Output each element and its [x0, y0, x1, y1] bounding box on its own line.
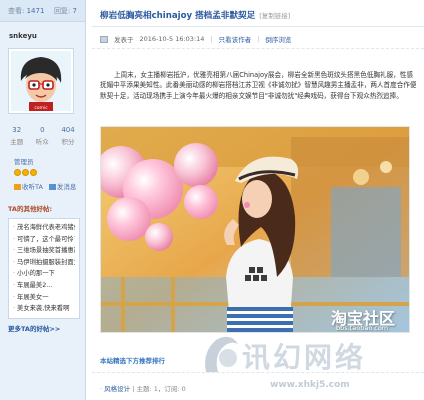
divider	[92, 26, 424, 27]
count-topics[interactable]: 32 主题	[10, 126, 23, 146]
reverse-order-link[interactable]: 倒序浏览	[265, 34, 291, 44]
more-posts-link[interactable]: 更多TA的好帖>>	[8, 323, 85, 333]
svg-text:comic: comic	[34, 105, 48, 111]
post-title: 柳岩低胸亮相chinajoy 搭档孟非默契足	[100, 11, 256, 21]
category-stats: 主题: 1，订阅: 0	[136, 385, 186, 393]
other-posts-list: 茂名海鲜代表老鸡猪仔 可憐了，这个最可怜了 三维场景抽奖首播惠赢 马伊琍拍摄服装…	[8, 218, 80, 319]
author-actions: 收听TA 发消息	[14, 181, 85, 191]
carousel-balloons-image	[101, 127, 409, 332]
other-post-link[interactable]: 可憐了，这个最可怜了	[13, 234, 75, 246]
view-count: 查看: 1471	[8, 6, 45, 15]
count-listeners[interactable]: 0 听众	[36, 126, 49, 146]
star-icon	[14, 169, 21, 176]
message-icon	[48, 184, 56, 190]
post-meta: 发表于 2016-10-5 16:03:14 | 只看该作者 | 倒序浏览	[100, 34, 291, 44]
posted-prefix: 发表于	[114, 36, 134, 44]
other-post-link[interactable]: 小小的那一下	[13, 268, 75, 280]
rank-stars	[14, 169, 85, 176]
copy-link-button[interactable]: [复制链接]	[259, 10, 290, 20]
message-button[interactable]: 发消息	[48, 181, 76, 191]
count-points[interactable]: 404 积分	[61, 126, 74, 146]
posted-time: 2016-10-5 16:03:14	[139, 35, 205, 43]
author-only-link[interactable]: 只看该作者	[219, 34, 252, 44]
other-post-link[interactable]: 马伊琍拍摄服装封面大片	[13, 257, 75, 269]
view-reply-stats: 查看: 1471 回复: 7	[0, 0, 85, 22]
other-post-link[interactable]: 车展最美2...	[13, 280, 75, 292]
site-watermark-url: www.xhkj5.com	[270, 380, 350, 390]
separator: |	[210, 35, 213, 43]
separator: |	[257, 35, 260, 43]
other-post-link[interactable]: 三维场景抽奖首播惠赢	[13, 245, 75, 257]
post-body: 上周末，女主播柳岩抵沪，优雅亮相第八届Chinajoy展会，柳岩全新黑色斑纹头搭…	[100, 71, 417, 100]
site-watermark: 讯幻网络 www.xhkj5.com	[200, 330, 420, 400]
star-icon	[22, 169, 29, 176]
other-post-link[interactable]: 年展美女一	[13, 292, 75, 304]
site-watermark-name: 讯幻网络	[242, 341, 367, 374]
author-username[interactable]: snkeyu	[9, 32, 85, 40]
post-title-row: 柳岩低胸亮相chinajoy 搭档孟非默契足 [复制链接]	[100, 9, 290, 21]
other-post-link[interactable]: 茂名海鲜代表老鸡猪仔	[13, 222, 75, 234]
author-sidebar: 查看: 1471 回复: 7 snkeyu comic 32 主题 0 听众 4…	[0, 0, 86, 400]
author-counts: 32 主题 0 听众 404 积分	[4, 126, 81, 146]
star-icon	[30, 169, 37, 176]
reply-count: 回复: 7	[53, 6, 77, 15]
other-posts-title: TA的其他好帖:	[8, 205, 53, 213]
post-icon	[100, 35, 108, 43]
follow-icon	[14, 184, 21, 190]
site-logo-icon	[205, 336, 238, 372]
category-link[interactable]: 风格设计	[104, 385, 130, 393]
avatar[interactable]: comic	[8, 48, 74, 114]
post-category: · 风格设计 | 主题: 1，订阅: 0	[100, 385, 186, 393]
forum-post-page: 查看: 1471 回复: 7 snkeyu comic 32 主题 0 听众 4…	[0, 0, 424, 400]
follow-button[interactable]: 收听TA	[14, 181, 43, 191]
user-rank: 管理员	[14, 158, 34, 166]
post-photo[interactable]: 淘宝社区 bbs.taobao.com	[100, 126, 410, 333]
recommend-header[interactable]: 本站精选下方推荐排行	[100, 355, 165, 365]
other-post-link[interactable]: 美女来袭,快来看啊	[13, 303, 75, 315]
divider	[92, 48, 424, 49]
cartoon-avatar-icon: comic	[11, 51, 71, 111]
